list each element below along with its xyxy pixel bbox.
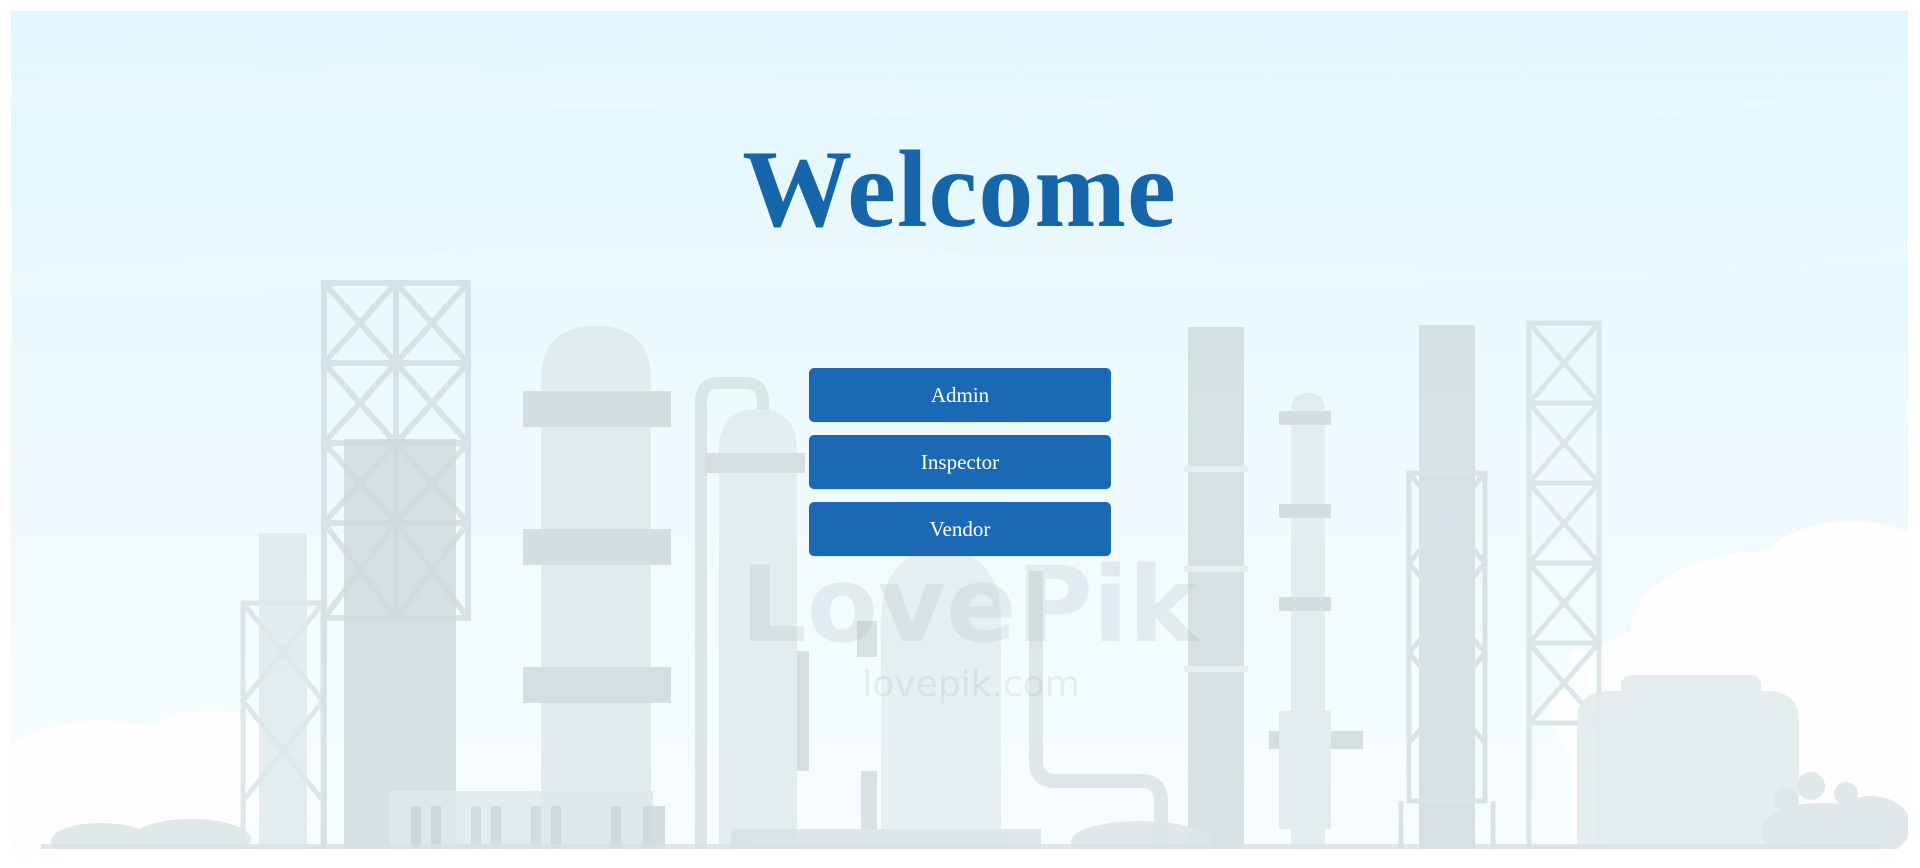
page-title: Welcome (742, 128, 1177, 250)
building-block-left (344, 439, 456, 849)
dome-tank (523, 326, 671, 849)
vendor-button[interactable]: Vendor (809, 502, 1111, 556)
chimney-right (1398, 325, 1496, 849)
chimney-left (259, 533, 307, 849)
welcome-screen: LovePik lovepik.com Welcome Admin Inspec… (11, 11, 1908, 849)
ground (41, 844, 1881, 849)
low-building-left (389, 791, 665, 849)
inspector-button[interactable]: Inspector (809, 435, 1111, 489)
watermark: LovePik lovepik.com (740, 544, 1200, 705)
watermark-logo: LovePik (740, 544, 1200, 666)
watermark-url: lovepik.com (862, 664, 1080, 705)
admin-button[interactable]: Admin (809, 368, 1111, 422)
